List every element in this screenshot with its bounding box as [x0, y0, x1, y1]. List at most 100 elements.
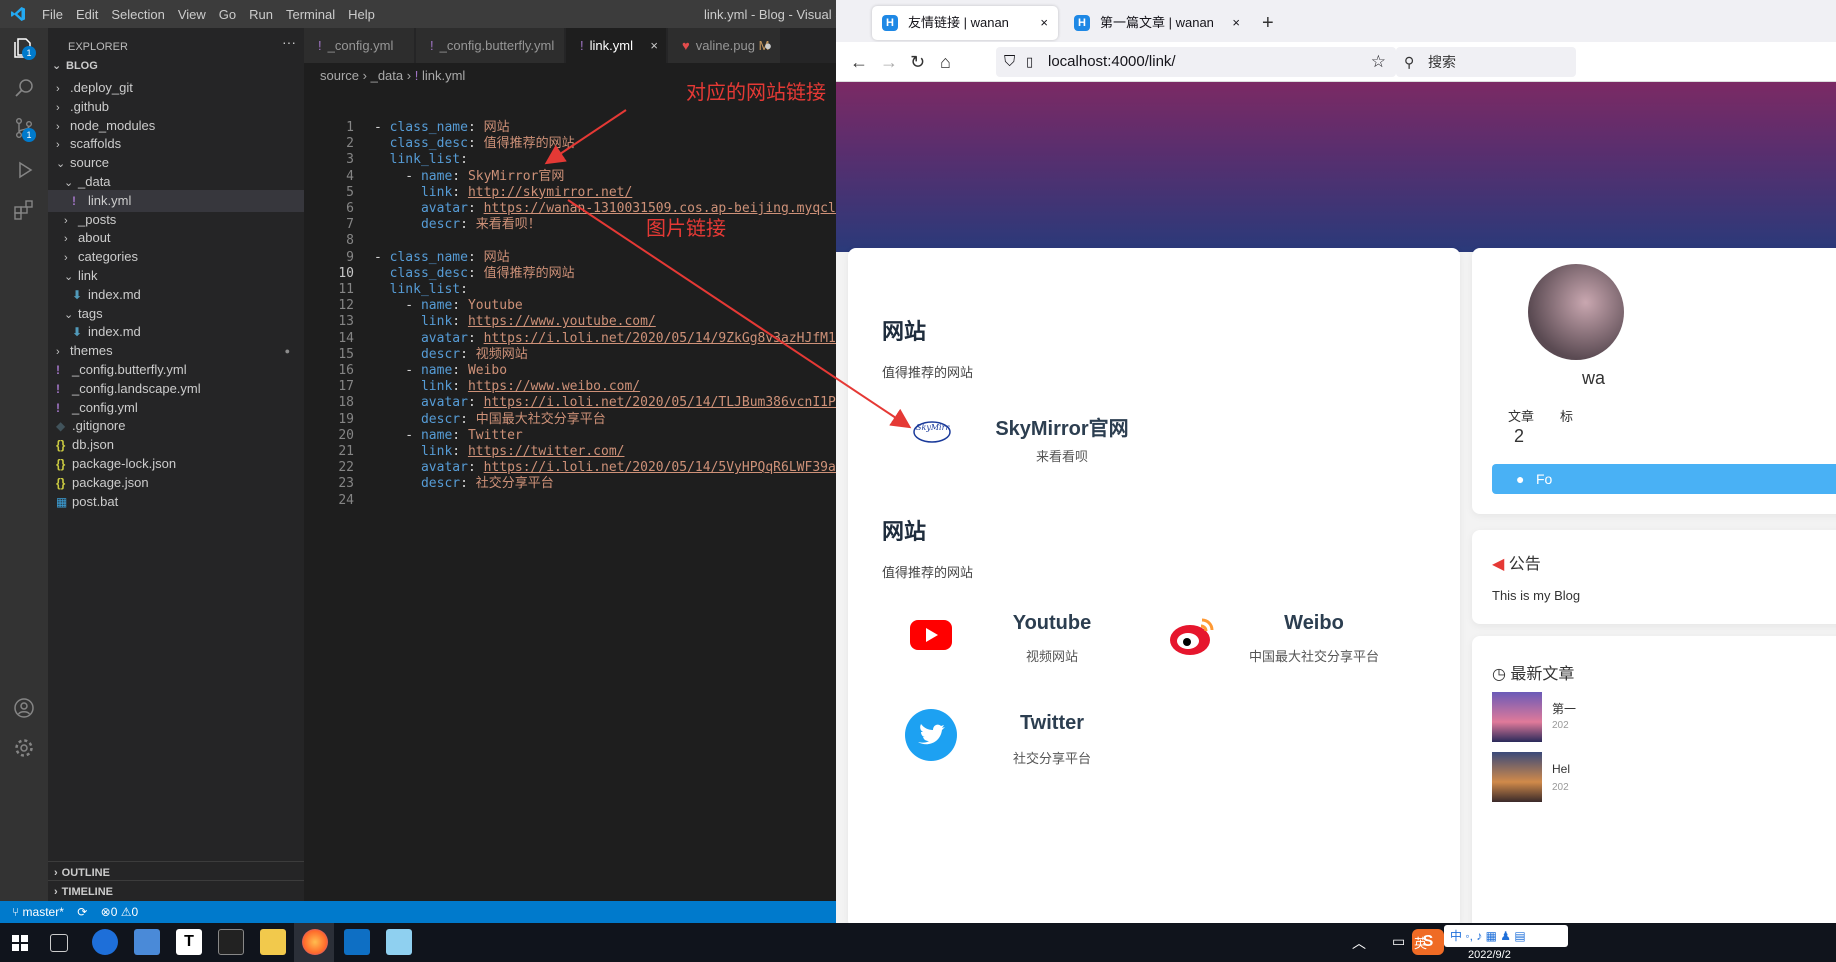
- tray-chevron-up-icon[interactable]: ︿: [1352, 933, 1366, 953]
- tree-item-label: categories: [78, 249, 138, 265]
- reload-icon[interactable]: ↻: [910, 52, 925, 73]
- post-thumbnail[interactable]: [1492, 692, 1542, 742]
- code-token: :: [452, 298, 468, 314]
- announcement-title: ◀ 公告: [1492, 550, 1541, 574]
- url-bar[interactable]: ⛉ ▯ localhost:4000/link/ ☆: [996, 47, 1396, 77]
- weibo-icon[interactable]: [1166, 610, 1218, 662]
- windows-start-icon[interactable]: [12, 935, 28, 951]
- page-body: 网站 值得推荐的网站 SkyMirr SkyMirror官网 来看看呗 网站 值…: [836, 248, 1836, 936]
- breadcrumb-data[interactable]: _data: [371, 68, 404, 83]
- menu-help[interactable]: Help: [348, 7, 375, 22]
- bookmark-star-icon[interactable]: ☆: [1371, 47, 1386, 77]
- code-token: 视频网站: [475, 346, 528, 362]
- sync-icon[interactable]: ⟳: [77, 905, 87, 919]
- tab-link-yml[interactable]: ! link.yml ×: [566, 28, 666, 63]
- file-explorer-icon[interactable]: [260, 929, 286, 955]
- root-folder-blog[interactable]: ⌄ BLOG: [48, 55, 304, 77]
- search-input[interactable]: ⚲ 搜索: [1396, 47, 1576, 77]
- code-token: -: [374, 298, 421, 314]
- typora-icon[interactable]: T: [176, 929, 202, 955]
- tree-item-label: _config.butterfly.yml: [72, 362, 187, 377]
- recent-post-title[interactable]: 第一: [1552, 700, 1576, 717]
- menu-edit[interactable]: Edit: [76, 7, 98, 22]
- settings-gear-icon[interactable]: [12, 736, 36, 760]
- ime-toolbar[interactable]: 中 ◦, ♪ ▦ ♟ ▤: [1444, 925, 1568, 947]
- link-name-twitter[interactable]: Twitter: [992, 712, 1112, 735]
- close-tab-icon[interactable]: ×: [1232, 6, 1240, 40]
- link-name-skymirror[interactable]: SkyMirror官网: [992, 412, 1132, 441]
- source-control-badge: 1: [22, 128, 36, 142]
- network-icon[interactable]: ▭: [1392, 933, 1405, 950]
- task-view-icon[interactable]: [50, 934, 68, 952]
- new-tab-button[interactable]: +: [1262, 12, 1274, 35]
- tree-item-label: db.json: [72, 437, 114, 453]
- articles-count: 2: [1514, 426, 1525, 446]
- menu-terminal[interactable]: Terminal: [286, 7, 335, 22]
- warning-count[interactable]: 0: [132, 905, 139, 919]
- ime-lang[interactable]: 英: [1414, 933, 1427, 952]
- browser-tab-label: 第一篇文章 | wanan: [1100, 15, 1214, 30]
- avatar[interactable]: [1528, 264, 1624, 360]
- code-token: link: [420, 444, 453, 459]
- browser-tab-first-post[interactable]: H 第一篇文章 | wanan ×: [1064, 6, 1250, 40]
- menu-run[interactable]: Run: [249, 7, 273, 22]
- taskbar-date[interactable]: 2022/9/2: [1468, 949, 1511, 961]
- recent-post-title[interactable]: Hel: [1552, 762, 1570, 776]
- back-arrow-icon[interactable]: ←: [850, 52, 868, 73]
- timeline-section[interactable]: › TIMELINE: [48, 880, 304, 902]
- menu-go[interactable]: Go: [219, 7, 236, 22]
- twitter-icon[interactable]: [904, 708, 958, 762]
- post-thumbnail[interactable]: [1492, 752, 1542, 802]
- page-icon[interactable]: ▯: [1026, 47, 1033, 77]
- code-token: :: [452, 184, 468, 200]
- tab-config-yml[interactable]: ! _config.yml: [304, 28, 414, 63]
- profile-name: wa: [1582, 368, 1606, 388]
- search-icon[interactable]: [12, 76, 36, 100]
- home-icon[interactable]: ⌂: [940, 52, 951, 73]
- section-title: 网站: [882, 319, 927, 344]
- vscode-titlebar: File Edit Selection View Go Run Terminal…: [0, 0, 907, 28]
- menu-file[interactable]: File: [42, 7, 63, 22]
- breadcrumb-file[interactable]: link.yml: [422, 68, 465, 83]
- firefox-icon[interactable]: [302, 929, 328, 955]
- code-token: :: [467, 460, 484, 476]
- code-token: name: [420, 298, 453, 314]
- branch-name[interactable]: master*: [23, 905, 64, 919]
- follow-button[interactable]: ● Fo: [1492, 464, 1836, 494]
- menu-view[interactable]: View: [178, 7, 206, 22]
- skymirror-logo[interactable]: SkyMirr: [908, 416, 956, 448]
- code-line[interactable]: descr: 来看看呗！: [374, 215, 541, 234]
- terminal-icon[interactable]: [218, 929, 244, 955]
- account-icon[interactable]: [12, 696, 36, 720]
- explorer-more-icon[interactable]: ···: [282, 34, 296, 50]
- app-pinned-icon[interactable]: [134, 929, 160, 955]
- tab-close-icon[interactable]: ×: [650, 28, 658, 63]
- code-token: -: [374, 427, 421, 443]
- close-tab-icon[interactable]: ×: [1040, 6, 1048, 40]
- tree-file[interactable]: ▦ post.bat: [48, 491, 304, 513]
- tree-item-label: package.json: [72, 474, 149, 490]
- extensions-icon[interactable]: [12, 198, 36, 222]
- code-line[interactable]: descr: 社交分享平台: [374, 474, 554, 493]
- tab-config-butterfly[interactable]: ! _config.butterfly.yml: [416, 28, 564, 63]
- youtube-icon[interactable]: [910, 620, 952, 650]
- link-name-youtube[interactable]: Youtube: [992, 612, 1112, 635]
- breadcrumb-source[interactable]: source: [320, 68, 359, 83]
- link-name-weibo[interactable]: Weibo: [1254, 612, 1374, 635]
- tab-valine-pug[interactable]: ♥ valine.pug M ●: [668, 28, 780, 63]
- app-pinned-icon[interactable]: [386, 929, 412, 955]
- url-text[interactable]: localhost:4000/link/: [1048, 53, 1176, 70]
- shield-icon[interactable]: ⛉: [1004, 47, 1015, 77]
- code-token: :: [467, 120, 484, 135]
- app-pinned-icon[interactable]: [92, 929, 118, 955]
- run-debug-icon[interactable]: [12, 158, 36, 182]
- menu-selection[interactable]: Selection: [111, 7, 164, 22]
- browser-tab-links[interactable]: H 友情链接 | wanan ×: [872, 6, 1058, 40]
- unsaved-dot-icon[interactable]: ●: [764, 28, 772, 63]
- code-token: Youtube: [467, 298, 523, 314]
- forward-arrow-icon[interactable]: →: [880, 52, 898, 73]
- status-bar: ⑂ master* ⟳ ⊗0 ⚠0: [0, 901, 836, 923]
- error-count[interactable]: 0: [111, 905, 118, 919]
- vscode-taskbar-icon[interactable]: [344, 929, 370, 955]
